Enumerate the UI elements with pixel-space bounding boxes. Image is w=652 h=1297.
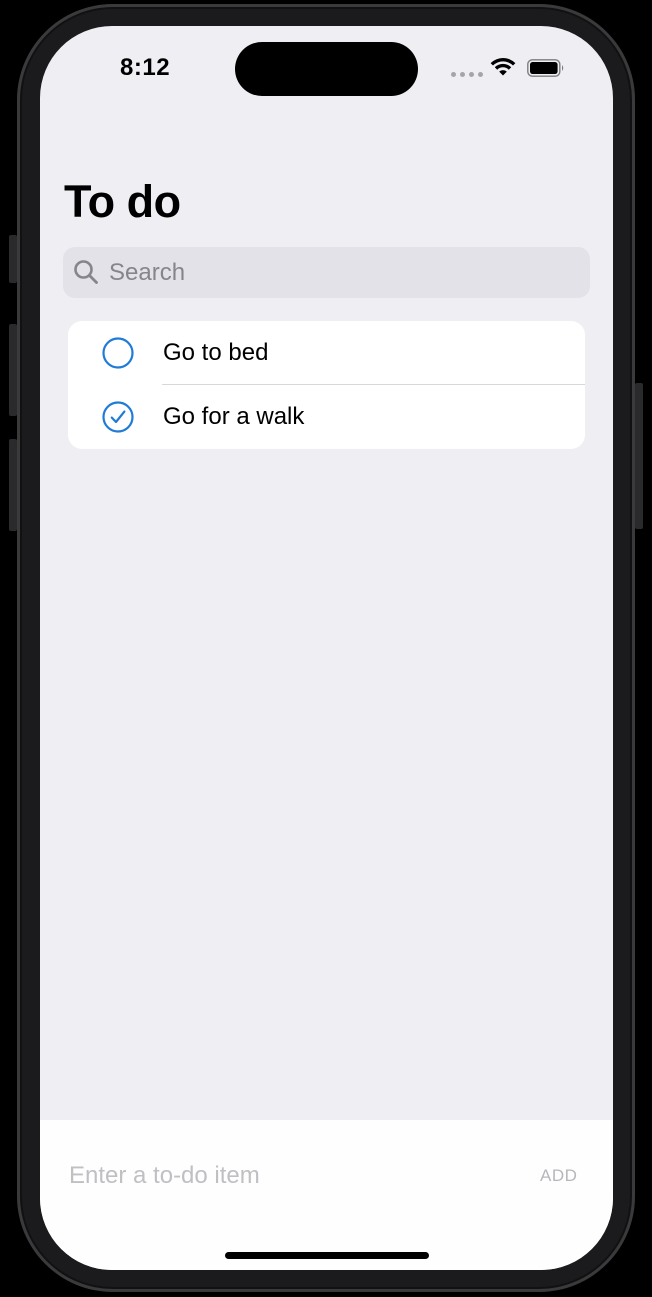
dynamic-island xyxy=(235,42,418,96)
home-indicator xyxy=(225,1252,429,1259)
todo-item-label: Go to bed xyxy=(163,339,269,366)
page-title: To do xyxy=(64,176,181,227)
volume-down-button xyxy=(9,439,17,531)
todo-item[interactable]: Go to bed xyxy=(68,321,585,385)
wifi-icon xyxy=(490,57,516,76)
todo-list: Go to bed Go for a walk xyxy=(68,321,585,449)
todo-item-label: Go for a walk xyxy=(163,403,305,430)
todo-item[interactable]: Go for a walk xyxy=(68,385,585,449)
search-icon xyxy=(74,260,98,284)
todo-input[interactable] xyxy=(69,1156,509,1196)
volume-up-button xyxy=(9,324,17,416)
search-input[interactable] xyxy=(109,247,579,298)
composer-bar: ADD xyxy=(40,1120,613,1270)
power-button xyxy=(635,383,643,529)
add-button[interactable]: ADD xyxy=(540,1166,577,1186)
battery-icon xyxy=(527,59,564,77)
status-time: 8:12 xyxy=(120,54,171,81)
cellular-dots-icon xyxy=(451,72,483,77)
checkmark-circle-icon[interactable] xyxy=(102,401,134,433)
search-bar[interactable] xyxy=(63,247,590,298)
device-stage: 8:12 To do Search Go to bed Go for a wal… xyxy=(0,0,652,1297)
action-button xyxy=(9,235,17,283)
app-screen: 8:12 To do Search Go to bed Go for a wal… xyxy=(40,26,613,1270)
empty-circle-icon[interactable] xyxy=(102,337,134,369)
